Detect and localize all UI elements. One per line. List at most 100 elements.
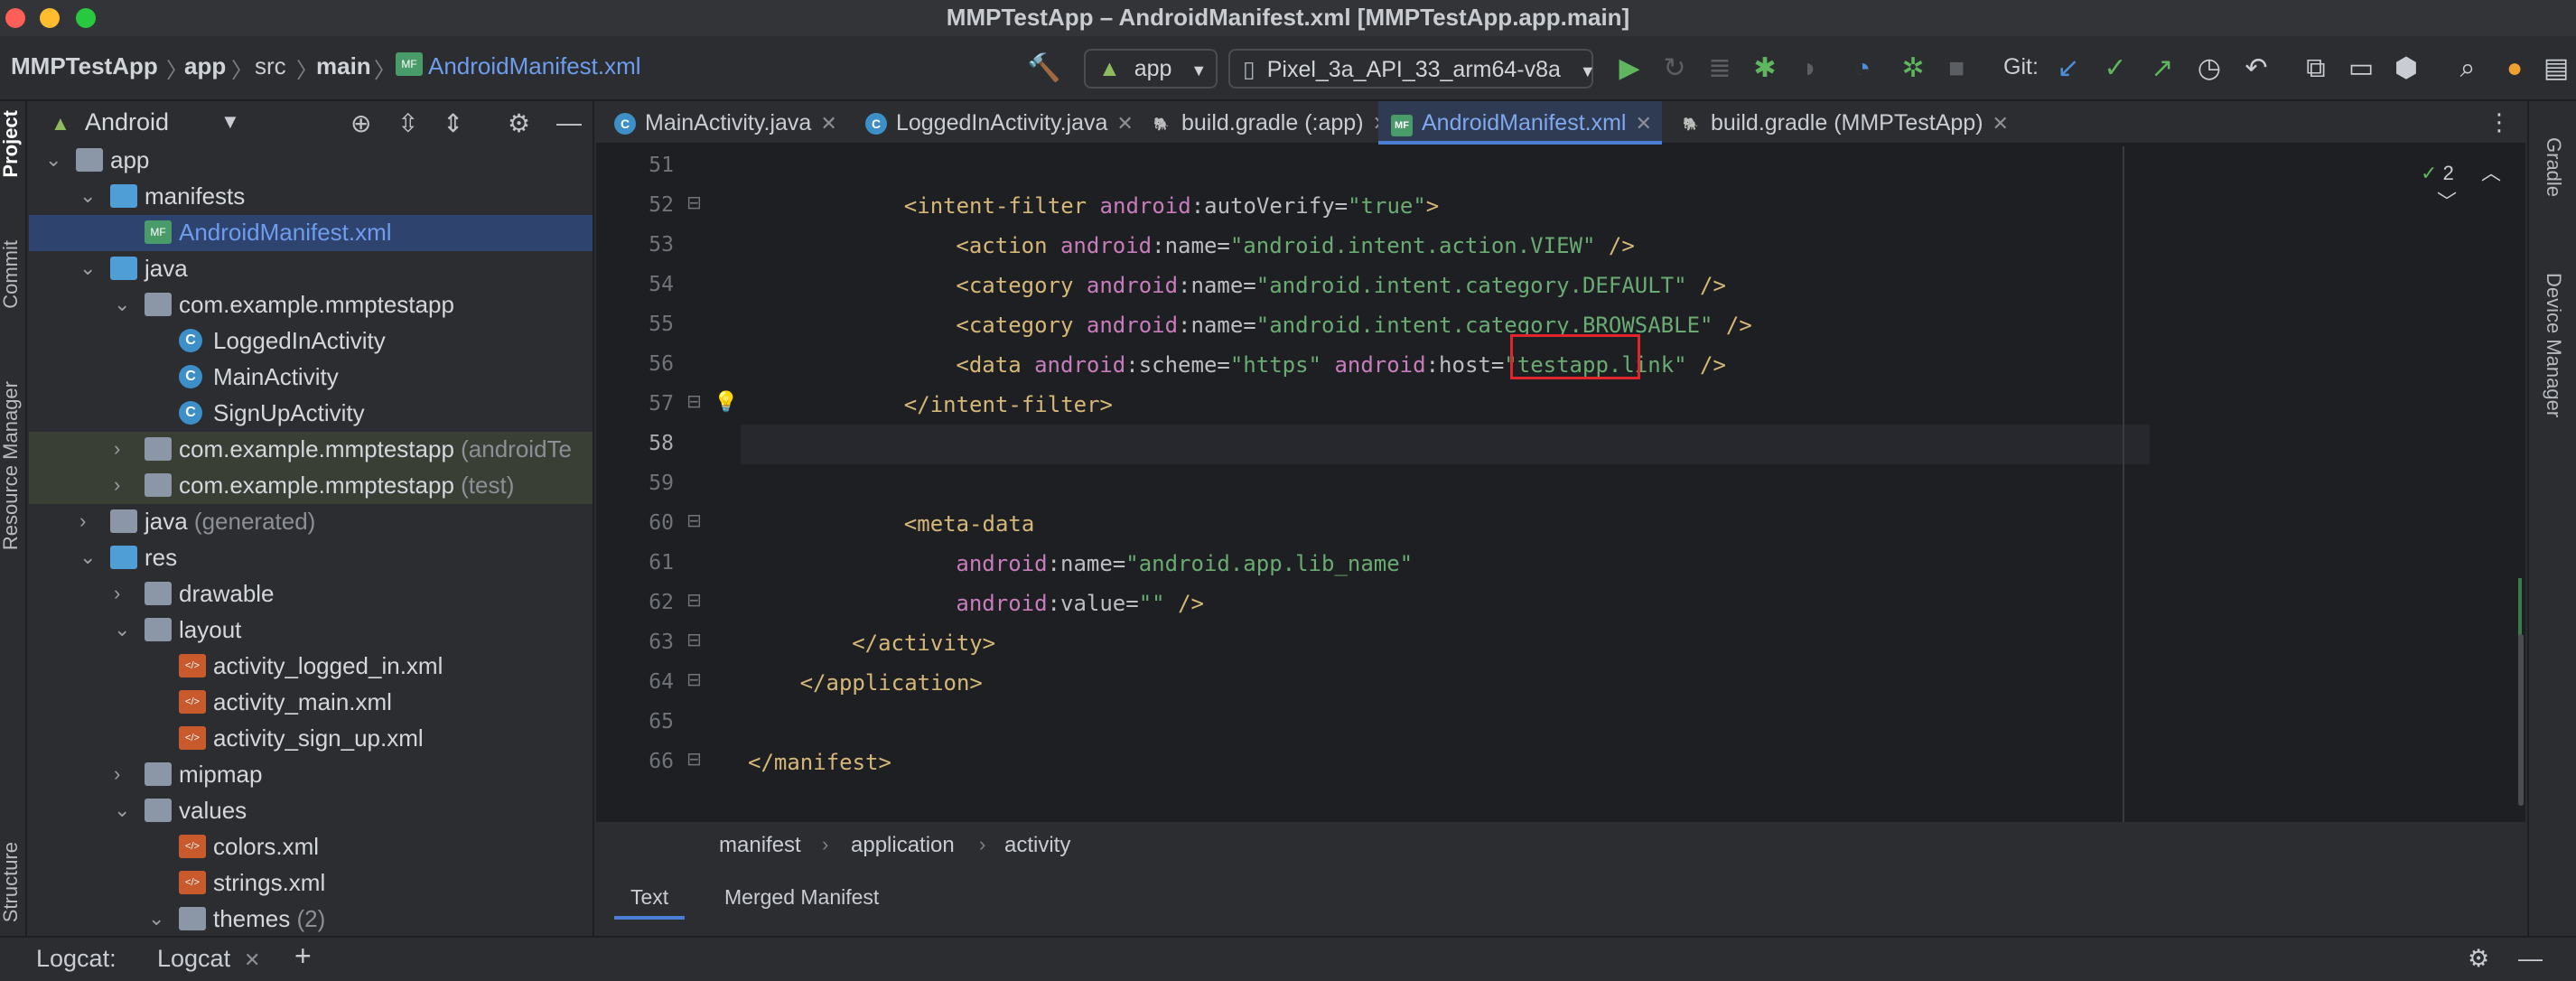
stop-icon[interactable]: ■: [1938, 51, 1974, 87]
tool-tab-device-manager[interactable]: Device Manager: [2542, 273, 2565, 417]
chevron-down-icon[interactable]: ⌄: [148, 907, 164, 930]
next-highlight-icon[interactable]: ﹀: [2437, 191, 2457, 213]
rerun-icon[interactable]: ↻: [1657, 51, 1693, 87]
tree-item[interactable]: C SignUpActivity: [29, 396, 593, 432]
breadcrumb-main[interactable]: main: [316, 52, 371, 80]
project-view-title[interactable]: Android: [85, 108, 169, 136]
fold-toggle-icon[interactable]: ⊟: [686, 390, 702, 413]
collapse-all-icon[interactable]: ⇕: [443, 108, 463, 138]
tree-item[interactable]: </> strings.xml: [29, 865, 593, 902]
more-tabs-icon[interactable]: ⋮: [2487, 108, 2511, 136]
tree-item[interactable]: › com.example.mmptestapp (test): [29, 468, 593, 504]
editor-tab[interactable]: C MainActivity.java ✕: [602, 101, 845, 145]
tree-item[interactable]: ⌄ com.example.mmptestapp: [29, 287, 593, 323]
code-editor[interactable]: <intent-filter android:autoVerify="true"…: [741, 146, 2525, 822]
history-icon[interactable]: ◷: [2191, 51, 2227, 87]
tree-item[interactable]: </> activity_sign_up.xml: [29, 721, 593, 757]
breadcrumb-src[interactable]: src: [255, 52, 286, 80]
fold-toggle-icon[interactable]: ⊟: [686, 668, 702, 691]
tree-item[interactable]: MF AndroidManifest.xml: [29, 215, 593, 251]
tree-item[interactable]: ⌄ manifests: [29, 179, 593, 215]
chevron-down-icon[interactable]: ⌄: [114, 618, 130, 641]
tool-tab-project[interactable]: Project: [0, 110, 28, 178]
tree-item[interactable]: › drawable: [29, 576, 593, 612]
chevron-down-icon[interactable]: ⌄: [45, 148, 61, 172]
breadcrumb-file[interactable]: AndroidManifest.xml: [428, 52, 641, 80]
tree-item[interactable]: ⌄ java: [29, 251, 593, 287]
fold-toggle-icon[interactable]: ⊟: [686, 748, 702, 771]
tree-item[interactable]: </> activity_logged_in.xml: [29, 649, 593, 685]
tree-item[interactable]: ⌄ layout: [29, 612, 593, 649]
apply-changes-icon[interactable]: ≣: [1702, 51, 1738, 87]
updates-icon[interactable]: ●: [2497, 51, 2533, 87]
tree-item[interactable]: › com.example.mmptestapp (androidTe: [29, 432, 593, 468]
git-push-icon[interactable]: ↗: [2144, 51, 2180, 87]
tree-item[interactable]: › java (generated): [29, 504, 593, 540]
chevron-right-icon[interactable]: ›: [114, 762, 120, 786]
inspection-widget[interactable]: ✓ 2 ︿ ﹀: [2421, 157, 2525, 215]
chevron-right-icon[interactable]: ›: [79, 509, 86, 533]
ide-layout-icon[interactable]: ▤: [2538, 51, 2574, 87]
run-icon[interactable]: ▶: [1611, 51, 1647, 87]
debug-icon[interactable]: ✱: [1747, 51, 1783, 87]
chevron-down-icon[interactable]: ⌄: [79, 546, 96, 569]
tree-item[interactable]: </> activity_main.xml: [29, 685, 593, 721]
previous-highlight-icon[interactable]: ︿: [2481, 162, 2501, 184]
chevron-down-icon[interactable]: ⌄: [114, 799, 130, 822]
fold-toggle-icon[interactable]: ⊟: [686, 509, 702, 532]
run-configuration-dropdown[interactable]: ▲ app ▼: [1084, 49, 1218, 89]
tree-item[interactable]: › mipmap: [29, 757, 593, 793]
chevron-right-icon[interactable]: ›: [114, 437, 120, 461]
tool-tab-commit[interactable]: Commit: [0, 240, 28, 309]
attach-debugger-icon[interactable]: ◗: [1792, 51, 1828, 87]
tree-item[interactable]: ⌄ values: [29, 793, 593, 829]
chevron-down-icon[interactable]: ⌄: [114, 293, 130, 316]
debug-attach-icon[interactable]: ✲: [1895, 51, 1931, 87]
breadcrumb-module[interactable]: app: [184, 52, 226, 80]
device-manager-icon[interactable]: ▭: [2343, 51, 2379, 87]
editor-tab[interactable]: 🐘build.gradle (:app)✕: [1138, 101, 1389, 145]
chevron-down-icon[interactable]: ⌄: [79, 184, 96, 208]
breadcrumb-manifest[interactable]: manifest: [719, 833, 801, 858]
breadcrumb-application[interactable]: application: [851, 833, 955, 858]
editor-tab[interactable]: MF AndroidManifest.xml ✕: [1378, 101, 1662, 145]
gear-icon[interactable]: ⚙: [508, 108, 530, 138]
tool-tab-structure[interactable]: Structure: [0, 842, 28, 922]
editor-tab[interactable]: 🐘 build.gradle (MMPTestApp) ✕: [1667, 101, 2009, 145]
gear-icon[interactable]: ⚙: [2468, 945, 2489, 973]
sdk-manager-icon[interactable]: ⬢: [2388, 51, 2424, 87]
locate-file-icon[interactable]: ⊕: [350, 108, 371, 138]
rollback-icon[interactable]: ↶: [2238, 51, 2274, 87]
fold-toggle-icon[interactable]: ⊟: [686, 589, 702, 612]
expand-all-icon[interactable]: ⇳: [397, 108, 418, 138]
close-icon[interactable]: ✕: [1116, 112, 1133, 135]
hide-panel-icon[interactable]: —: [556, 108, 582, 137]
fold-toggle-icon[interactable]: ⊟: [686, 192, 702, 214]
tool-tab-gradle[interactable]: Gradle: [2542, 137, 2565, 197]
search-icon[interactable]: ⌕: [2450, 51, 2486, 87]
add-tab-icon[interactable]: +: [294, 939, 312, 973]
hide-panel-icon[interactable]: —: [2518, 945, 2543, 973]
breadcrumb-activity[interactable]: activity: [1004, 833, 1070, 858]
fold-toggle-icon[interactable]: ⊟: [686, 629, 702, 651]
chevron-right-icon[interactable]: ›: [114, 582, 120, 605]
chevron-down-icon[interactable]: ▼: [220, 110, 240, 134]
close-icon[interactable]: ✕: [820, 112, 836, 135]
device-mirror-icon[interactable]: ⧉: [2298, 51, 2334, 87]
tab-logcat[interactable]: Logcat: [157, 945, 230, 973]
lightbulb-icon[interactable]: 💡: [714, 390, 738, 414]
tree-item[interactable]: C MainActivity: [29, 360, 593, 396]
tree-item[interactable]: ⌄ app: [29, 143, 593, 179]
editor-tab[interactable]: C LoggedInActivity.java ✕: [853, 101, 1134, 145]
tool-tab-resource-manager[interactable]: Resource Manager: [0, 381, 28, 550]
tree-item[interactable]: ⌄ themes (2): [29, 902, 593, 936]
tab-text[interactable]: Text: [614, 878, 686, 920]
build-hammer-icon[interactable]: 🔨: [1026, 51, 1062, 87]
chevron-down-icon[interactable]: ⌄: [79, 257, 96, 280]
close-icon[interactable]: ✕: [244, 948, 260, 972]
git-update-icon[interactable]: ↙: [2050, 51, 2086, 87]
close-icon[interactable]: ✕: [1993, 112, 2009, 135]
tab-merged-manifest[interactable]: Merged Manifest: [708, 878, 895, 920]
device-selector-dropdown[interactable]: ▯ Pixel_3a_API_33_arm64-v8a ▼: [1228, 49, 1596, 89]
profile-icon[interactable]: ◔: [1844, 51, 1881, 87]
